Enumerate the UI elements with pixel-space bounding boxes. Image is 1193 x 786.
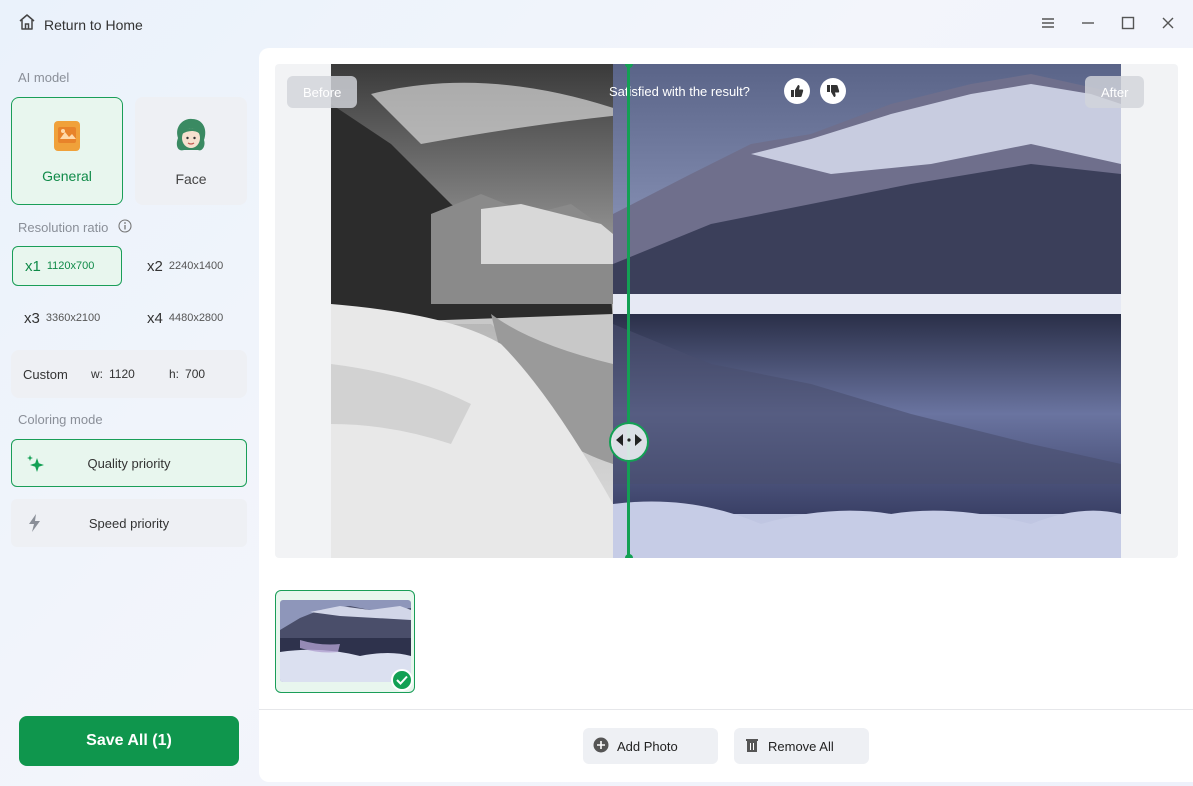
after-label[interactable]: After — [1085, 76, 1145, 108]
return-home-button[interactable]: Return to Home — [18, 13, 143, 36]
width-value: 1120 — [109, 367, 135, 381]
minimize-icon[interactable] — [1077, 12, 1099, 34]
model-face-button[interactable]: Face — [135, 97, 247, 205]
close-icon[interactable] — [1157, 12, 1179, 34]
custom-label: Custom — [23, 366, 68, 382]
lightning-icon — [25, 513, 45, 538]
quality-priority-button[interactable]: Quality priority — [11, 439, 247, 487]
width-field[interactable]: w: 1120 — [91, 367, 169, 381]
home-icon — [18, 13, 36, 36]
thumbs-up-icon[interactable] — [784, 78, 810, 104]
comparison-preview: Before After Satisfied with the result? — [275, 64, 1178, 558]
face-model-icon — [172, 116, 210, 161]
save-all-button[interactable]: Save All (1) — [19, 716, 239, 766]
main-panel: Before After Satisfied with the result? — [259, 48, 1193, 782]
info-icon[interactable] — [118, 219, 132, 236]
drag-arrows-icon — [614, 432, 644, 453]
title-bar: Return to Home — [0, 0, 1193, 46]
add-circle-icon — [593, 737, 609, 756]
resolution-dimensions: 2240x1400 — [168, 260, 224, 272]
ai-model-heading: AI model — [18, 70, 70, 85]
model-face-label: Face — [175, 170, 207, 187]
satisfaction-prompt: Satisfied with the result? — [609, 84, 750, 99]
resolution-x2-option[interactable]: x2 2240x1400 — [135, 246, 245, 286]
resolution-multiplier: x3 — [24, 309, 40, 327]
window-controls — [1037, 12, 1179, 34]
model-general-button[interactable]: General — [11, 97, 123, 205]
photo-thumbnail[interactable] — [275, 590, 415, 693]
height-value: 700 — [185, 367, 206, 381]
thumbs-down-icon[interactable] — [820, 78, 846, 104]
divider-bottom-dot — [625, 554, 633, 558]
height-field[interactable]: h: 700 — [169, 367, 247, 381]
selected-check-icon — [391, 669, 413, 691]
menu-icon[interactable] — [1037, 12, 1059, 34]
resolution-x4-option[interactable]: x4 4480x2800 — [135, 298, 245, 338]
remove-all-label: Remove All — [768, 738, 834, 754]
comparison-divider[interactable] — [627, 64, 630, 558]
add-photo-button[interactable]: Add Photo — [583, 728, 718, 764]
coloring-mode-heading: Coloring mode — [18, 412, 103, 427]
custom-resolution: Custom w: 1120 h: 700 — [11, 350, 247, 398]
model-general-label: General — [42, 167, 92, 184]
resolution-dimensions: 1120x700 — [46, 260, 95, 272]
preview-photo — [331, 64, 1121, 558]
sparkle-icon — [26, 454, 46, 479]
footer-divider — [259, 709, 1193, 710]
settings-sidebar: AI model General Face Resolution ratio x… — [0, 46, 258, 786]
resolution-label: Resolution ratio — [18, 220, 109, 235]
slider-handle[interactable] — [609, 422, 649, 462]
maximize-icon[interactable] — [1117, 12, 1139, 34]
speed-priority-button[interactable]: Speed priority — [11, 499, 247, 547]
resolution-heading: Resolution ratio — [18, 219, 132, 236]
trash-icon — [744, 737, 760, 756]
resolution-x1-option[interactable]: x1 1120x700 — [12, 246, 122, 286]
add-photo-label: Add Photo — [617, 738, 678, 754]
before-label[interactable]: Before — [287, 76, 358, 108]
resolution-x3-option[interactable]: x3 3360x2100 — [12, 298, 122, 338]
return-home-label: Return to Home — [44, 16, 143, 33]
resolution-multiplier: x2 — [147, 257, 163, 275]
resolution-dimensions: 4480x2800 — [168, 312, 224, 324]
speed-priority-label: Speed priority — [88, 515, 170, 531]
resolution-multiplier: x1 — [25, 257, 41, 275]
general-model-icon — [50, 119, 84, 158]
resolution-dimensions: 3360x2100 — [45, 312, 101, 324]
quality-priority-label: Quality priority — [87, 455, 171, 471]
remove-all-button[interactable]: Remove All — [734, 728, 869, 764]
resolution-multiplier: x4 — [147, 309, 163, 327]
width-label: w: — [91, 367, 103, 381]
thumbnail-image — [280, 600, 411, 682]
height-label: h: — [169, 367, 180, 381]
